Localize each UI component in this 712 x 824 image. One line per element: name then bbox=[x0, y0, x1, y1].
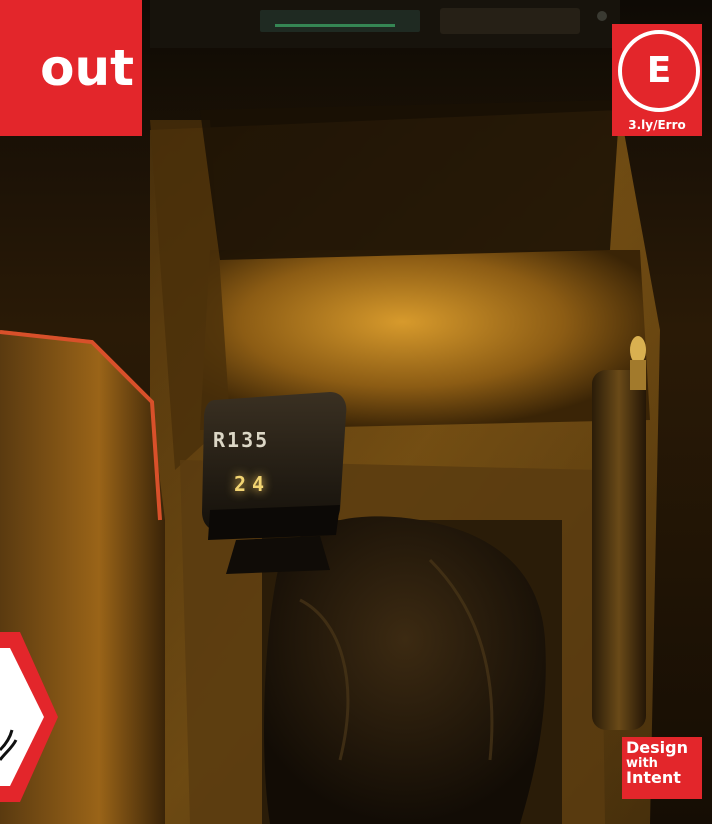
design-with-intent-badge: Design with Intent bbox=[622, 737, 702, 799]
left-arrow-shape bbox=[0, 632, 58, 802]
gear-knob-top-row: R135 bbox=[213, 428, 270, 452]
title-banner-text: out bbox=[40, 39, 134, 97]
category-letter: E bbox=[646, 50, 672, 91]
category-url: 3.ly/Erro bbox=[628, 118, 686, 132]
badge-line-design: Design bbox=[626, 738, 688, 757]
category-badge: E 3.ly/Erro bbox=[612, 24, 702, 136]
category-circle: E bbox=[618, 30, 700, 112]
gear-knob-bottom-row: 24 bbox=[234, 472, 271, 496]
title-banner: out bbox=[0, 0, 142, 136]
badge-line-intent: Intent bbox=[626, 768, 681, 788]
